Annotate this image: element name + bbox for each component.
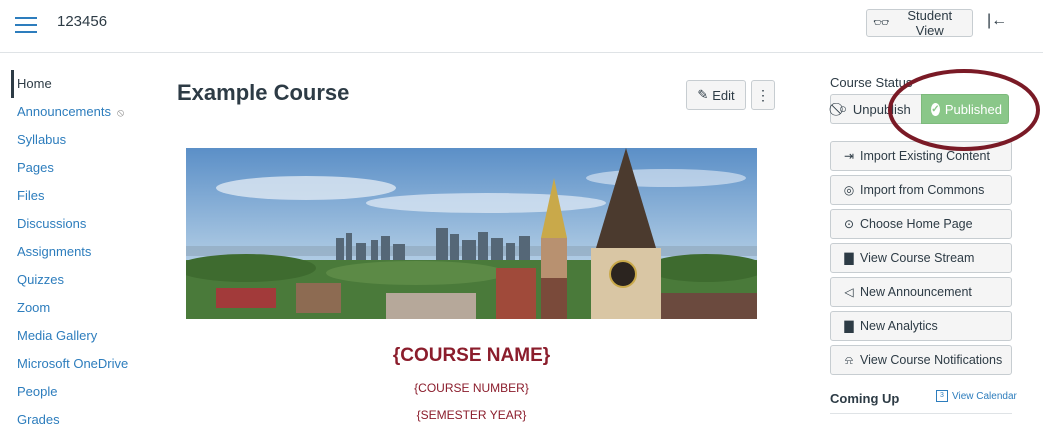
new-announcement-button[interactable]: ◁ New Announcement (830, 277, 1012, 307)
nav-item-assignments[interactable]: Assignments (11, 238, 151, 266)
nav-item-people[interactable]: People (11, 378, 151, 406)
kebab-icon: ⋮ (756, 86, 770, 103)
calendar-icon: 3 (936, 390, 948, 402)
hamburger-menu-icon[interactable] (15, 17, 37, 35)
published-label: Published (944, 101, 1002, 117)
hidden-eye-icon: ⦸ (116, 107, 125, 119)
nav-label: Syllabus (17, 132, 67, 147)
bar-chart-icon: ▇ (844, 319, 854, 333)
nav-label: Grades (17, 412, 60, 427)
course-banner-image (186, 148, 757, 319)
top-header: 123456 👓︎ Student View |← (0, 0, 1043, 53)
nav-label: Home (17, 76, 52, 91)
nav-label: People (17, 384, 58, 399)
nav-item-announcements[interactable]: Announcements ⦸ (11, 98, 151, 126)
check-circle-icon: ✓ (931, 102, 940, 116)
view-course-stream-button[interactable]: ▇ View Course Stream (830, 243, 1012, 273)
prohibited-icon: ⃠○ (839, 101, 847, 116)
view-course-notifications-button[interactable]: ⍾ View Course Notifications (830, 345, 1012, 375)
choose-home-page-button[interactable]: ⊙ Choose Home Page (830, 209, 1012, 239)
edit-button[interactable]: ✎ Edit (686, 80, 746, 110)
nav-item-discussions[interactable]: Discussions (11, 210, 151, 238)
target-icon: ⊙ (843, 217, 855, 231)
action-label: Import from Commons (860, 183, 985, 197)
unpublish-label: Unpublish (852, 101, 911, 117)
divider (830, 413, 1012, 414)
unpublish-button[interactable]: ⃠○ Unpublish (830, 94, 921, 124)
nav-label: Announcements (17, 104, 111, 119)
student-view-label: Student View (907, 8, 953, 38)
nav-item-grades[interactable]: Grades (11, 406, 151, 434)
bell-icon: ⍾ (845, 352, 853, 367)
glasses-icon: 👓︎ (873, 15, 890, 30)
commons-icon: ◎ (843, 183, 855, 197)
pencil-icon: ✎ (697, 87, 709, 102)
import-from-commons-button[interactable]: ◎ Import from Commons (830, 175, 1012, 205)
student-view-button[interactable]: 👓︎ Student View (866, 8, 973, 38)
course-name-placeholder: {COURSE NAME} (392, 345, 551, 366)
nav-item-zoom[interactable]: Zoom (11, 294, 151, 322)
collapse-sidebar-icon[interactable]: |← (987, 12, 1007, 30)
import-icon: ⇥ (843, 149, 855, 163)
action-label: New Analytics (860, 319, 938, 333)
city-skyline-illustration (186, 148, 757, 319)
nav-item-syllabus[interactable]: Syllabus (11, 126, 151, 154)
view-calendar-link[interactable]: 3 View Calendar (936, 390, 1017, 402)
action-label: View Course Notifications (860, 353, 1003, 367)
nav-item-home[interactable]: Home (11, 70, 151, 98)
breadcrumb-course-code[interactable]: 123456 (57, 13, 107, 30)
nav-label: Pages (17, 160, 54, 175)
semester-year-placeholder: {SEMESTER YEAR} (416, 408, 527, 422)
course-status-heading: Course Status (830, 75, 913, 90)
nav-item-media-gallery[interactable]: Media Gallery (11, 322, 151, 350)
nav-item-quizzes[interactable]: Quizzes (11, 266, 151, 294)
more-options-button[interactable]: ⋮ (751, 80, 775, 110)
coming-up-heading: Coming Up (830, 391, 900, 406)
megaphone-icon: ◁ (844, 285, 854, 299)
action-label: New Announcement (860, 285, 972, 299)
nav-label: Discussions (17, 216, 87, 231)
edit-label: Edit (712, 87, 735, 103)
nav-label: Zoom (17, 300, 51, 315)
nav-item-files[interactable]: Files (11, 182, 151, 210)
new-analytics-button[interactable]: ▇ New Analytics (830, 311, 1012, 341)
page-title: Example Course (177, 80, 350, 105)
nav-label: Assignments (17, 244, 92, 259)
action-label: View Course Stream (860, 251, 975, 265)
view-calendar-label: View Calendar (952, 390, 1017, 402)
action-label: Import Existing Content (860, 149, 990, 163)
nav-label: Quizzes (17, 272, 64, 287)
nav-label: Files (17, 188, 45, 203)
bar-chart-icon: ▇ (844, 251, 854, 265)
nav-label: Microsoft OneDrive (17, 356, 129, 371)
nav-item-pages[interactable]: Pages (11, 154, 151, 182)
nav-item-onedrive[interactable]: Microsoft OneDrive (11, 350, 151, 378)
published-button[interactable]: ✓ Published (921, 94, 1009, 124)
course-number-placeholder: {COURSE NUMBER} (414, 381, 529, 395)
import-existing-content-button[interactable]: ⇥ Import Existing Content (830, 141, 1012, 171)
action-label: Choose Home Page (860, 217, 973, 231)
course-navigation: Home Announcements ⦸ Syllabus Pages Files… (11, 70, 151, 434)
nav-label: Media Gallery (17, 328, 98, 343)
